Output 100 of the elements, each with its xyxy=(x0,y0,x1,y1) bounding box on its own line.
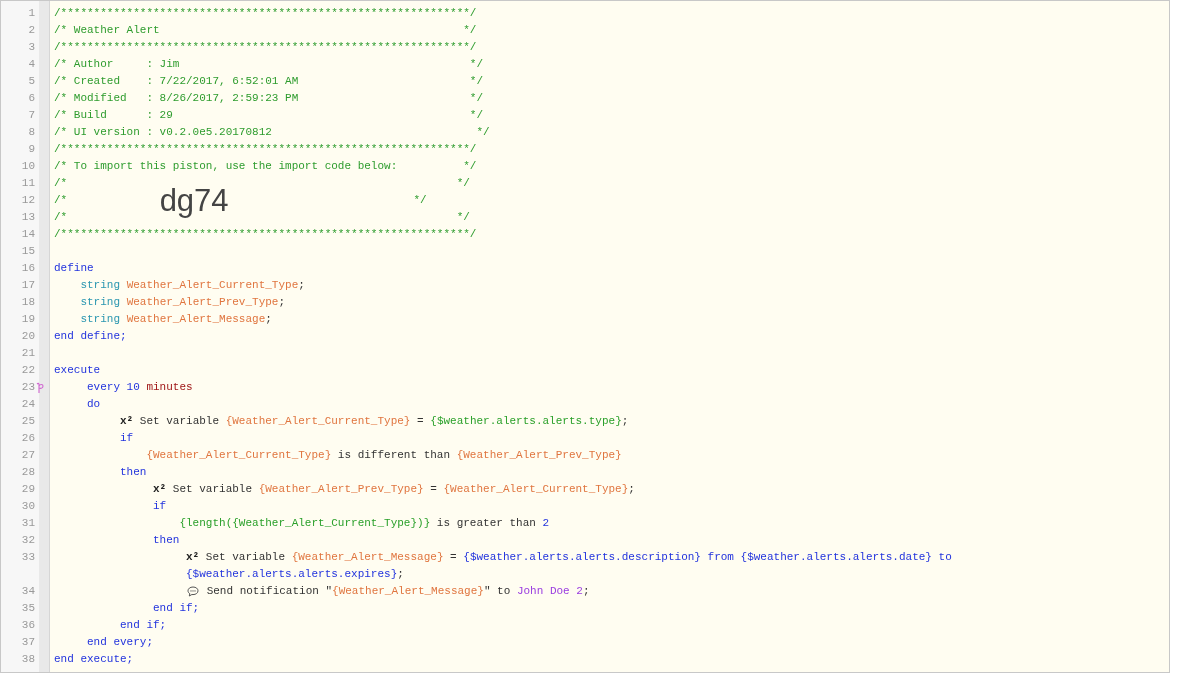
code-token: /**************************************************************/ xyxy=(54,40,477,55)
code-token: /* */ xyxy=(54,176,470,189)
code-token: minutes xyxy=(146,380,193,395)
code-token: {Weather_Alert_Message} xyxy=(332,584,484,599)
code-token: /* To import this piston, use the import code below: */ xyxy=(54,159,477,174)
code-token: x² xyxy=(152,482,167,497)
line-number: 5 xyxy=(28,74,35,89)
line-number: 2 xyxy=(28,23,35,38)
code-token: do xyxy=(86,397,101,412)
line-number: 6 xyxy=(28,91,35,106)
line-number: 22 xyxy=(21,363,35,378)
line-number: 15 xyxy=(21,244,35,259)
code-token: ; xyxy=(278,295,286,310)
code-token: Weather_Alert_Message xyxy=(126,312,266,327)
code-token: execute xyxy=(54,363,101,378)
code-token: every 10 xyxy=(86,380,141,395)
code-token: = xyxy=(429,482,438,497)
line-number: 19 xyxy=(21,312,35,327)
code-token: {Weather_Alert_Current_Type} xyxy=(145,448,332,463)
code-token: {Weather_Alert_Current_Type} xyxy=(443,482,629,497)
code-token: Set variable xyxy=(171,482,254,497)
code-token: = xyxy=(449,550,458,565)
code-token: if xyxy=(119,431,134,446)
code-token: ; xyxy=(582,584,590,599)
line-number: 25 xyxy=(21,414,35,429)
line-number: 35 xyxy=(21,601,35,616)
line-number: 26 xyxy=(21,431,35,446)
line-number: 18 xyxy=(21,295,35,310)
code-token: then xyxy=(119,465,147,480)
line-number: 21 xyxy=(21,346,35,361)
code-token: Weather_Alert_Current_Type xyxy=(126,278,299,293)
code-token: is different than xyxy=(336,448,452,463)
line-number: 27 xyxy=(21,448,35,463)
line-number: 3 xyxy=(28,40,35,55)
code-token: ; xyxy=(265,312,272,327)
code-token: {$weather.alerts.alerts.description} from {$weather.alerts.alerts.date} to xyxy=(463,550,952,565)
code-token: /* Modified : 8/26/2017, 2:59:23 PM */ xyxy=(54,91,484,106)
code-token: Set variable xyxy=(204,550,287,565)
line-number: 11 xyxy=(21,176,35,191)
code-token: end execute; xyxy=(54,652,134,667)
line-number: 29 xyxy=(21,482,35,497)
code-token: /* UI version : v0.2.0e5.20170812 */ xyxy=(54,125,490,140)
line-number: 4 xyxy=(28,57,35,72)
code-token: Weather_Alert_Prev_Type xyxy=(126,295,279,310)
code-token: if xyxy=(152,499,167,514)
code-token: {Weather_Alert_Prev_Type} xyxy=(456,448,622,463)
code-token: end define; xyxy=(54,329,127,344)
line-number: 17 xyxy=(21,278,35,293)
code-token: 2 xyxy=(542,516,550,531)
line-number: 7 xyxy=(28,108,35,123)
code-token: {length({Weather_Alert_Current_Type})} xyxy=(178,516,431,531)
line-number: 24 xyxy=(21,397,35,412)
code-token: end if; xyxy=(152,601,200,616)
code-token: define xyxy=(54,261,94,276)
code-token: then xyxy=(152,533,180,548)
code-token: string xyxy=(79,312,121,327)
line-number: 1 xyxy=(28,6,35,21)
code-token: x² xyxy=(185,550,200,565)
code-token: " to xyxy=(483,584,512,599)
code-token: is greater than xyxy=(435,516,537,531)
line-number: 13 xyxy=(21,210,35,225)
code-token: Send notification " xyxy=(205,584,333,599)
line-number: 31 xyxy=(21,516,35,531)
code-token: end every; xyxy=(86,635,154,650)
line-number: 36 xyxy=(21,618,35,633)
code-token: string xyxy=(79,295,121,310)
code-token: /* Created : 7/22/2017, 6:52:01 AM */ xyxy=(54,74,484,89)
line-number: 28 xyxy=(21,465,35,480)
code-token: ; xyxy=(621,414,629,429)
line-number: 30 xyxy=(21,499,35,514)
line-number: 12 xyxy=(21,193,35,208)
code-token: ; xyxy=(298,278,305,293)
line-number: 20 xyxy=(21,329,35,344)
line-number: 14 xyxy=(21,227,35,242)
code-token: /* Weather Alert */ xyxy=(54,23,477,38)
code-token: /* xyxy=(54,193,69,208)
line-number: 37 xyxy=(21,635,35,650)
line-number: 23 xyxy=(21,380,35,395)
code-token: ; xyxy=(628,482,635,497)
line-number: 16 xyxy=(21,261,35,276)
line-number: 10 xyxy=(21,159,35,174)
code-token: /**************************************************************/ xyxy=(54,142,477,157)
code-token: Set variable xyxy=(138,414,221,429)
code-token: end if; xyxy=(119,618,167,633)
code-token: {Weather_Alert_Message} xyxy=(291,550,444,565)
code-token: /**************************************************************/ xyxy=(54,6,477,21)
code-token: John Doe 2 xyxy=(516,584,583,599)
code-token: {$weather.alerts.alerts.expires} xyxy=(185,567,398,582)
code-token: */ xyxy=(412,193,427,208)
code-token: = xyxy=(416,414,425,429)
code-token: x² xyxy=(119,414,134,429)
code-token: /* Build : 29 */ xyxy=(54,108,484,123)
code-token: ; xyxy=(397,567,404,582)
speech-bubble-icon xyxy=(187,586,200,597)
line-number: 38 xyxy=(21,652,35,667)
line-number: 33 xyxy=(21,550,35,565)
line-number: 9 xyxy=(28,142,35,157)
line-number: 34 xyxy=(21,584,35,599)
code-token: {Weather_Alert_Current_Type} xyxy=(225,414,411,429)
code-token: {Weather_Alert_Prev_Type} xyxy=(258,482,424,497)
